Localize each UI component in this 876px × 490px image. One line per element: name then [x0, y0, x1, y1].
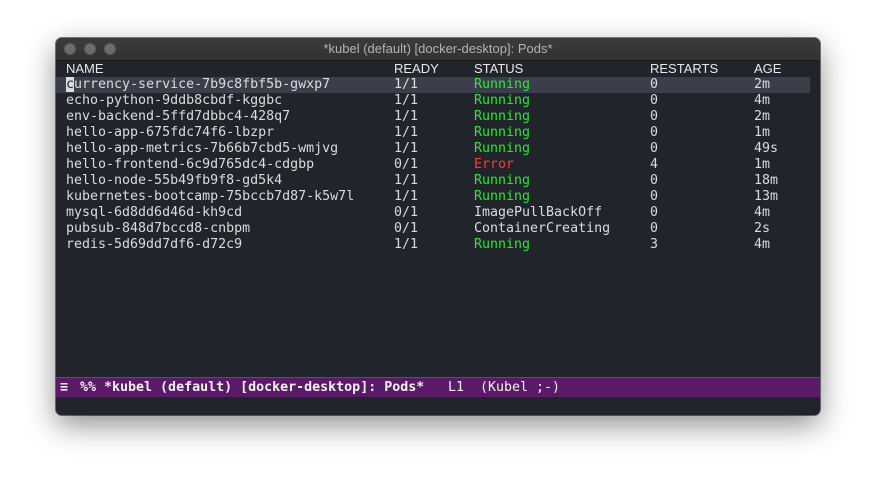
- pod-status: Running: [474, 141, 531, 156]
- pod-name: hello-app-metrics-7b66b7cbd5-wmjvg: [66, 141, 339, 156]
- pod-age: 2s: [754, 221, 771, 236]
- pod-ready: 1/1: [394, 173, 419, 188]
- pod-restarts: 0: [650, 93, 659, 108]
- pod-ready: 0/1: [394, 205, 419, 220]
- pod-name: hello-node-55b49fb9f8-gd5k4: [66, 173, 283, 188]
- pod-ready: 1/1: [394, 189, 419, 204]
- table-row[interactable]: echo-python-9ddb8cbdf-kggbc 1/1 Running …: [56, 93, 820, 109]
- table-header: NAME READY STATUS RESTARTS AGE: [56, 61, 820, 77]
- pod-restarts: 0: [650, 173, 659, 188]
- pod-status: ContainerCreating: [474, 221, 611, 236]
- table-row[interactable]: currency-service-7b9c8fbf5b-gwxp7 1/1 Ru…: [56, 77, 810, 93]
- pod-age: 2m: [754, 109, 771, 124]
- pod-name: echo-python-9ddb8cbdf-kggbc: [66, 93, 283, 108]
- pod-name: kubernetes-bootcamp-75bccb7d87-k5w7l: [66, 189, 355, 204]
- table-row[interactable]: mysql-6d8dd6d46d-kh9cd 0/1 ImagePullBack…: [56, 205, 820, 221]
- header-status[interactable]: STATUS: [474, 61, 523, 77]
- text-cursor: c: [66, 77, 75, 92]
- pod-restarts: 0: [650, 109, 659, 124]
- table-row[interactable]: redis-5d69dd7df6-d72c9 1/1 Running 3 4m: [56, 237, 820, 253]
- pod-ready: 1/1: [394, 93, 419, 108]
- pod-status: ImagePullBackOff: [474, 205, 603, 220]
- pod-name: hello-frontend-6c9d765dc4-cdgbp: [66, 157, 315, 172]
- pod-age: 49s: [754, 141, 779, 156]
- hamburger-menu-icon[interactable]: ≡: [60, 378, 68, 397]
- pod-restarts: 3: [650, 237, 659, 252]
- pod-age: 1m: [754, 157, 771, 172]
- titlebar: *kubel (default) [docker-desktop]: Pods*: [56, 38, 820, 61]
- pod-name: env-backend-5ffd7dbbc4-428q7: [66, 109, 291, 124]
- table-row[interactable]: hello-node-55b49fb9f8-gd5k4 1/1 Running …: [56, 173, 820, 189]
- emacs-window: *kubel (default) [docker-desktop]: Pods*…: [56, 38, 820, 415]
- pod-status: Running: [474, 125, 531, 140]
- pod-age: 13m: [754, 189, 779, 204]
- pod-ready: 1/1: [394, 141, 419, 156]
- pod-ready: 1/1: [394, 77, 419, 92]
- pod-status: Running: [474, 173, 531, 188]
- pod-ready: 1/1: [394, 125, 419, 140]
- minibuffer[interactable]: [56, 397, 820, 415]
- header-age[interactable]: AGE: [754, 61, 781, 77]
- pod-status: Error: [474, 157, 515, 172]
- pod-restarts: 0: [650, 189, 659, 204]
- pod-age: 18m: [754, 173, 779, 188]
- pod-age: 2m: [754, 77, 771, 92]
- pod-ready: 1/1: [394, 109, 419, 124]
- pod-age: 1m: [754, 125, 771, 140]
- pod-ready: 0/1: [394, 221, 419, 236]
- table-row[interactable]: hello-frontend-6c9d765dc4-cdgbp 0/1 Erro…: [56, 157, 820, 173]
- pod-status: Running: [474, 77, 531, 92]
- pod-ready: 1/1: [394, 237, 419, 252]
- pod-name: currency-service-7b9c8fbf5b-gwxp7: [66, 77, 330, 93]
- pod-status: Running: [474, 189, 531, 204]
- pod-restarts: 0: [650, 125, 659, 140]
- pod-status: Running: [474, 109, 531, 124]
- pod-name: hello-app-675fdc74f6-lbzpr: [66, 125, 275, 140]
- pod-name: mysql-6d8dd6d46d-kh9cd: [66, 205, 243, 220]
- pod-age: 4m: [754, 93, 771, 108]
- pod-name: redis-5d69dd7df6-d72c9: [66, 237, 243, 252]
- modeline-line-number: L1: [448, 380, 465, 395]
- mode-line: ≡ %% *kubel (default) [docker-desktop]: …: [56, 377, 820, 397]
- table-row[interactable]: hello-app-metrics-7b66b7cbd5-wmjvg 1/1 R…: [56, 141, 820, 157]
- pod-ready: 0/1: [394, 157, 419, 172]
- table-row[interactable]: pubsub-848d7bccd8-cnbpm 0/1 ContainerCre…: [56, 221, 820, 237]
- pod-restarts: 0: [650, 205, 659, 220]
- modeline-major-mode[interactable]: (Kubel ;-): [480, 378, 560, 397]
- pod-age: 4m: [754, 205, 771, 220]
- pod-restarts: 4: [650, 157, 659, 172]
- table-row[interactable]: hello-app-675fdc74f6-lbzpr 1/1 Running 0…: [56, 125, 820, 141]
- pods-table: NAME READY STATUS RESTARTS AGE currency-…: [56, 61, 820, 377]
- table-row[interactable]: kubernetes-bootcamp-75bccb7d87-k5w7l 1/1…: [56, 189, 820, 205]
- header-ready[interactable]: READY: [394, 61, 439, 77]
- header-name[interactable]: NAME: [66, 61, 104, 77]
- pod-name-rest: urrency-service-7b9c8fbf5b-gwxp7: [74, 77, 331, 92]
- pod-restarts: 0: [650, 141, 659, 156]
- pod-status: Running: [474, 93, 531, 108]
- pod-restarts: 0: [650, 77, 659, 92]
- modeline-buffer-name: %% *kubel (default) [docker-desktop]: Po…: [80, 380, 425, 395]
- pod-name: pubsub-848d7bccd8-cnbpm: [66, 221, 251, 236]
- window-title: *kubel (default) [docker-desktop]: Pods*: [323, 41, 553, 56]
- table-row[interactable]: env-backend-5ffd7dbbc4-428q7 1/1 Running…: [56, 109, 820, 125]
- header-restarts[interactable]: RESTARTS: [650, 61, 718, 77]
- pod-restarts: 0: [650, 221, 659, 236]
- pod-age: 4m: [754, 237, 771, 252]
- pod-status: Running: [474, 237, 531, 252]
